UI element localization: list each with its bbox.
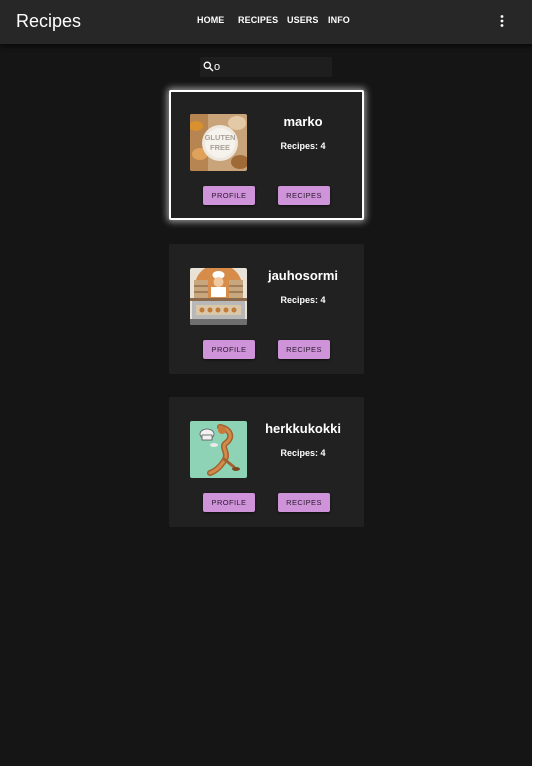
chef-cartoon-illustration bbox=[190, 421, 247, 478]
recipes-button[interactable]: RECIPES bbox=[278, 340, 330, 359]
recipe-count: Recipes: 4 bbox=[280, 141, 326, 151]
nav-info[interactable]: INFO bbox=[328, 15, 350, 25]
svg-text:GLUTEN: GLUTEN bbox=[205, 133, 236, 142]
svg-text:FREE: FREE bbox=[210, 143, 230, 152]
search-input[interactable] bbox=[214, 60, 326, 74]
user-avatar: GLUTEN FREE bbox=[190, 114, 247, 171]
user-name: marko bbox=[283, 114, 323, 129]
app-title: Recipes bbox=[16, 11, 82, 31]
nav-recipes[interactable]: RECIPES bbox=[238, 15, 278, 25]
nav-home[interactable]: HOME bbox=[197, 15, 224, 25]
search-icon bbox=[203, 61, 214, 72]
recipe-count: Recipes: 4 bbox=[280, 448, 326, 458]
user-avatar bbox=[190, 268, 247, 325]
baker-shop-illustration bbox=[190, 268, 247, 325]
search-box[interactable] bbox=[200, 57, 332, 77]
user-name: herkkukokki bbox=[265, 421, 341, 436]
profile-button[interactable]: PROFILE bbox=[203, 493, 255, 512]
app-bar: Recipes HOME RECIPES USERS INFO bbox=[0, 0, 532, 45]
gluten-free-flour-image: GLUTEN FREE bbox=[190, 114, 247, 171]
profile-button[interactable]: PROFILE bbox=[203, 340, 255, 359]
recipes-button[interactable]: RECIPES bbox=[278, 493, 330, 512]
user-avatar bbox=[190, 421, 247, 478]
user-card: jauhosormi Recipes: 4 PROFILE RECIPES bbox=[169, 244, 364, 374]
user-card: herkkukokki Recipes: 4 PROFILE RECIPES bbox=[169, 397, 364, 527]
recipes-button[interactable]: RECIPES bbox=[278, 186, 330, 205]
user-card: GLUTEN FREE marko Recipes: 4 PROFILE REC… bbox=[169, 90, 364, 220]
recipe-count: Recipes: 4 bbox=[280, 295, 326, 305]
more-vertical-icon[interactable] bbox=[496, 14, 508, 28]
profile-button[interactable]: PROFILE bbox=[203, 186, 255, 205]
nav-users[interactable]: USERS bbox=[287, 15, 319, 25]
user-name: jauhosormi bbox=[267, 268, 339, 283]
